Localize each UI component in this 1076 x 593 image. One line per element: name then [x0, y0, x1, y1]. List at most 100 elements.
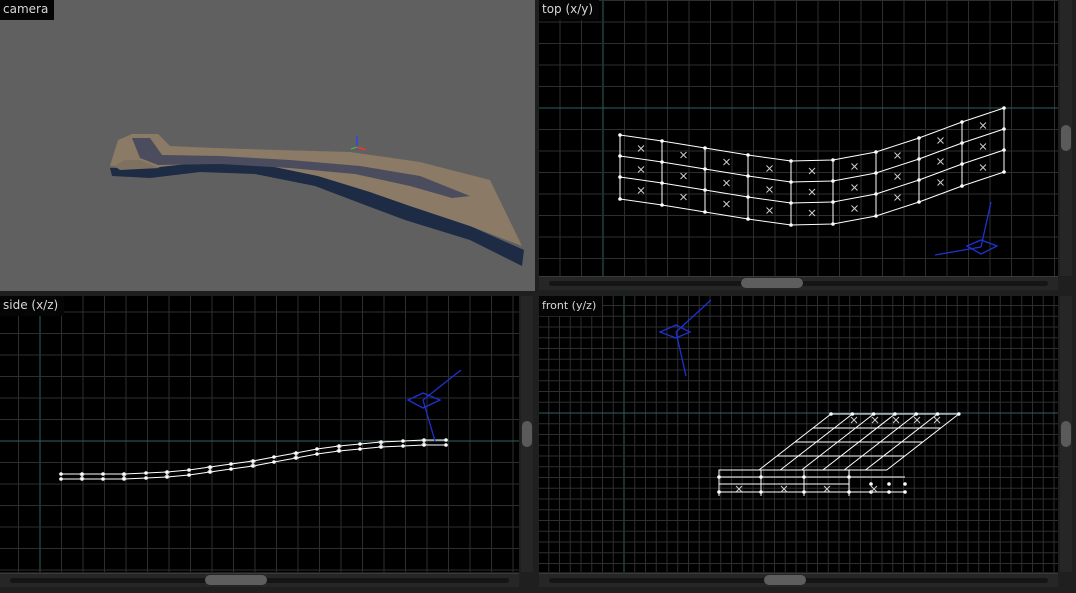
- control-point-icon: [914, 412, 918, 416]
- control-point-icon: [935, 412, 940, 416]
- control-point-icon: [187, 468, 191, 472]
- control-point-icon: [746, 217, 750, 221]
- grid-front: [539, 296, 1058, 572]
- control-point-icon: [831, 222, 835, 226]
- control-point-icon: [960, 162, 964, 166]
- viewport-label-top: top (x/y): [539, 0, 600, 20]
- viewport-camera[interactable]: camera: [0, 0, 535, 291]
- control-point-icon: [874, 171, 878, 175]
- control-point-icon: [850, 412, 855, 416]
- control-point-icon: [887, 482, 891, 486]
- control-point-icon: [660, 139, 664, 143]
- control-point-icon: [789, 201, 793, 205]
- viewport-label-front: front (y/z): [539, 296, 603, 316]
- control-point-icon: [917, 136, 921, 140]
- control-point-icon: [618, 197, 622, 201]
- control-point-icon: [802, 490, 806, 494]
- control-point-icon: [847, 490, 851, 494]
- control-point-icon: [315, 447, 319, 451]
- control-point-icon: [746, 153, 750, 157]
- control-point-icon: [401, 444, 405, 448]
- control-point-icon: [444, 438, 448, 442]
- side-horizontal-scrollbar[interactable]: [0, 573, 519, 587]
- control-point-icon: [917, 200, 921, 204]
- control-point-icon: [59, 472, 63, 476]
- control-point-icon: [703, 146, 707, 150]
- control-point-icon: [229, 467, 233, 471]
- control-point-icon: [187, 473, 191, 477]
- side-vertical-scroll-thumb[interactable]: [522, 421, 532, 447]
- control-point-icon: [746, 195, 750, 199]
- viewport-top[interactable]: top (x/y): [539, 0, 1058, 276]
- viewport-side[interactable]: side (x/z): [0, 296, 519, 572]
- control-point-icon: [903, 490, 907, 494]
- side-vertical-scrollbar[interactable]: [521, 296, 533, 572]
- front-vertical-scroll-thumb[interactable]: [1061, 421, 1071, 447]
- front-horizontal-scrollbar[interactable]: [539, 573, 1058, 587]
- top-vertical-scrollbar[interactable]: [1060, 0, 1072, 276]
- camera-gizmo-icon: [934, 201, 999, 256]
- control-point-icon: [847, 475, 851, 479]
- grid-side: [0, 296, 519, 572]
- mesh-wireframe-top: [618, 106, 1006, 227]
- control-point-icon: [893, 412, 897, 416]
- control-point-icon: [759, 475, 763, 479]
- control-point-icon: [315, 452, 319, 456]
- control-point-icon: [717, 490, 721, 494]
- control-point-icon: [831, 200, 835, 204]
- control-point-icon: [101, 477, 105, 481]
- viewport-label-camera: camera: [0, 0, 55, 20]
- control-point-icon: [618, 133, 622, 137]
- control-point-icon: [746, 174, 750, 178]
- viewport-label-side: side (x/z): [0, 296, 65, 316]
- control-point-icon: [759, 490, 763, 494]
- control-point-icon: [59, 477, 63, 481]
- control-point-icon: [829, 412, 833, 416]
- control-point-icon: [272, 460, 276, 464]
- control-point-icon: [874, 214, 878, 218]
- control-point-icon: [717, 475, 721, 479]
- control-point-icon: [272, 455, 276, 459]
- camera-render: [110, 134, 524, 266]
- control-point-icon: [358, 447, 362, 451]
- control-point-icon: [957, 412, 961, 416]
- control-point-icon: [101, 472, 105, 476]
- control-point-icon: [960, 184, 964, 188]
- front-vertical-scrollbar[interactable]: [1060, 296, 1072, 572]
- control-point-icon: [789, 180, 793, 184]
- control-point-icon: [660, 203, 664, 207]
- control-point-icon: [789, 159, 793, 163]
- control-point-icon: [831, 158, 835, 162]
- side-horizontal-scroll-thumb[interactable]: [205, 575, 267, 585]
- control-point-icon: [789, 223, 793, 227]
- control-point-icon: [874, 150, 878, 154]
- control-point-icon: [1002, 106, 1006, 110]
- control-point-icon: [703, 188, 707, 192]
- control-point-icon: [144, 476, 148, 480]
- control-point-icon: [960, 120, 964, 124]
- front-horizontal-scroll-thumb[interactable]: [764, 575, 806, 585]
- control-point-icon: [903, 482, 907, 486]
- control-point-icon: [802, 475, 806, 479]
- control-point-icon: [917, 178, 921, 182]
- control-point-icon: [660, 181, 664, 185]
- top-vertical-scroll-thumb[interactable]: [1061, 125, 1071, 151]
- control-point-icon: [618, 175, 622, 179]
- control-point-icon: [358, 442, 362, 446]
- control-point-icon: [144, 471, 148, 475]
- control-point-icon: [401, 439, 405, 443]
- control-point-icon: [618, 154, 622, 158]
- control-point-icon: [871, 412, 876, 416]
- control-point-icon: [874, 192, 878, 196]
- grid-top: [539, 0, 1058, 276]
- control-point-icon: [703, 210, 707, 214]
- mesh-wireframe-side: [59, 438, 448, 481]
- control-point-icon: [1002, 170, 1006, 174]
- camera-gizmo-icon: [406, 369, 462, 442]
- control-point-icon: [1002, 127, 1006, 131]
- top-horizontal-scrollbar[interactable]: [539, 276, 1058, 290]
- top-horizontal-scroll-thumb[interactable]: [741, 278, 803, 288]
- control-point-icon: [444, 443, 448, 447]
- viewport-front[interactable]: front (y/z): [539, 296, 1058, 572]
- control-point-icon: [229, 462, 233, 466]
